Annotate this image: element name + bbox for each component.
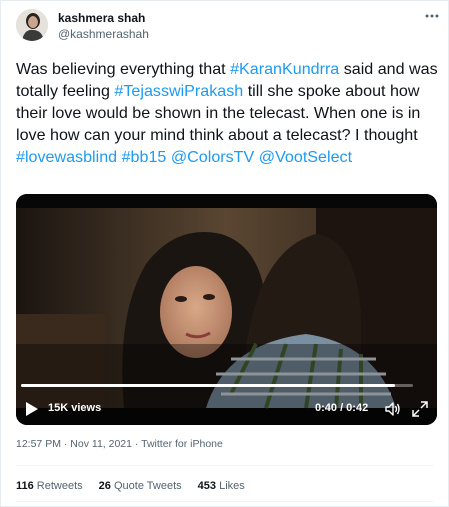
quote-tweets-stat[interactable]: 26 Quote Tweets xyxy=(99,480,182,492)
likes-count: 453 xyxy=(197,480,217,492)
tweet-text: Was believing everything that #KaranKund… xyxy=(16,58,441,168)
meta-separator: · xyxy=(131,438,142,450)
tweet-stats: 116 Retweets 26 Quote Tweets 453 Likes xyxy=(16,480,245,492)
mention-link[interactable]: @VootSelect xyxy=(259,148,352,166)
video-time: 0:40 / 0:42 xyxy=(315,402,369,414)
tweet-source[interactable]: Twitter for iPhone xyxy=(141,438,223,450)
retweets-label: Retweets xyxy=(33,480,83,492)
likes-stat[interactable]: 453 Likes xyxy=(198,480,245,492)
volume-icon[interactable] xyxy=(384,400,402,418)
hashtag-link[interactable]: #KaranKundrra xyxy=(230,60,339,78)
video-progress-fill xyxy=(21,384,396,387)
play-icon[interactable] xyxy=(25,401,39,417)
tweet-card: kashmera shah @kashmerashah Was believin… xyxy=(0,0,449,507)
tweet-time[interactable]: 12:57 PM xyxy=(16,438,61,450)
quotes-label: Quote Tweets xyxy=(110,480,182,492)
divider xyxy=(16,465,433,466)
author-handle[interactable]: @kashmerashah xyxy=(58,27,149,41)
video-player[interactable]: 15K views 0:40 / 0:42 xyxy=(16,194,437,425)
author-name[interactable]: kashmera shah xyxy=(58,11,145,25)
hashtag-link[interactable]: #TejasswiPrakash xyxy=(114,82,243,100)
quotes-count: 26 xyxy=(98,480,111,492)
retweets-count: 116 xyxy=(16,480,34,492)
more-options-icon[interactable] xyxy=(422,9,442,23)
avatar[interactable] xyxy=(16,9,48,41)
fullscreen-icon[interactable] xyxy=(411,400,429,418)
divider xyxy=(16,501,433,502)
video-views: 15K views xyxy=(48,402,102,414)
hashtag-link[interactable]: #lovewasblind xyxy=(16,148,117,166)
meta-separator: · xyxy=(60,438,71,450)
tweet-date[interactable]: Nov 11, 2021 xyxy=(70,438,132,450)
video-frame xyxy=(16,194,437,425)
avatar-image xyxy=(16,9,48,41)
likes-label: Likes xyxy=(216,480,245,492)
tweet-meta: 12:57 PM · Nov 11, 2021 · Twitter for iP… xyxy=(16,438,223,450)
tweet-text-segment: Was believing everything that xyxy=(16,60,231,78)
retweets-stat[interactable]: 116 Retweets xyxy=(16,480,83,492)
hashtag-link[interactable]: #bb15 xyxy=(122,148,167,166)
video-progress-bar[interactable] xyxy=(21,384,413,387)
mention-link[interactable]: @ColorsTV xyxy=(171,148,254,166)
